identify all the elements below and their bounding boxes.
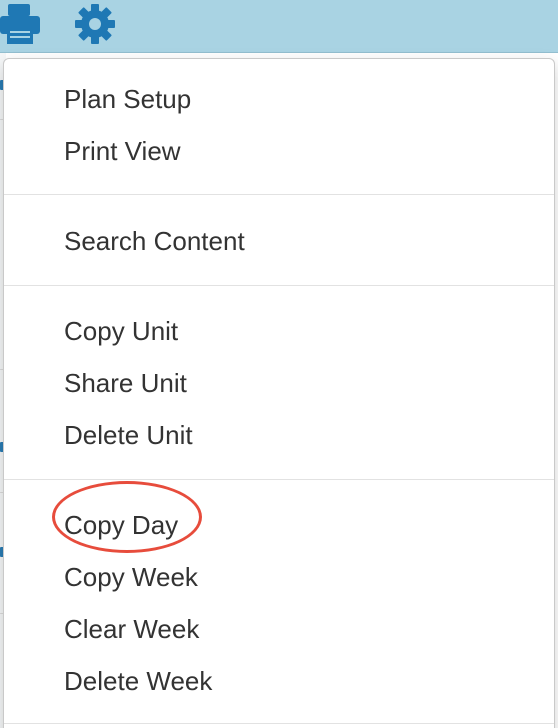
- menu-item-search-content[interactable]: Search Content: [64, 221, 245, 261]
- gear-icon[interactable]: [72, 2, 118, 46]
- menu-item-delete-unit[interactable]: Delete Unit: [64, 415, 193, 455]
- menu-item-delete-week[interactable]: Delete Week: [64, 661, 212, 701]
- menu-divider: [4, 194, 554, 195]
- menu-divider: [4, 285, 554, 286]
- menu-divider: [4, 479, 554, 480]
- menu-item-share-unit[interactable]: Share Unit: [64, 363, 187, 403]
- menu-item-print-view[interactable]: Print View: [64, 131, 181, 171]
- page: Plan Setup Print View Search Content Cop…: [0, 0, 558, 728]
- printer-icon[interactable]: [0, 2, 46, 46]
- menu-item-clear-week[interactable]: Clear Week: [64, 609, 199, 649]
- menu-item-copy-unit[interactable]: Copy Unit: [64, 311, 178, 351]
- menu-item-copy-day[interactable]: Copy Day: [64, 505, 178, 545]
- top-toolbar: [0, 0, 558, 53]
- menu-divider: [4, 723, 554, 724]
- menu-item-copy-week[interactable]: Copy Week: [64, 557, 198, 597]
- menu-item-plan-setup[interactable]: Plan Setup: [64, 79, 191, 119]
- settings-dropdown-menu: Plan Setup Print View Search Content Cop…: [3, 58, 555, 728]
